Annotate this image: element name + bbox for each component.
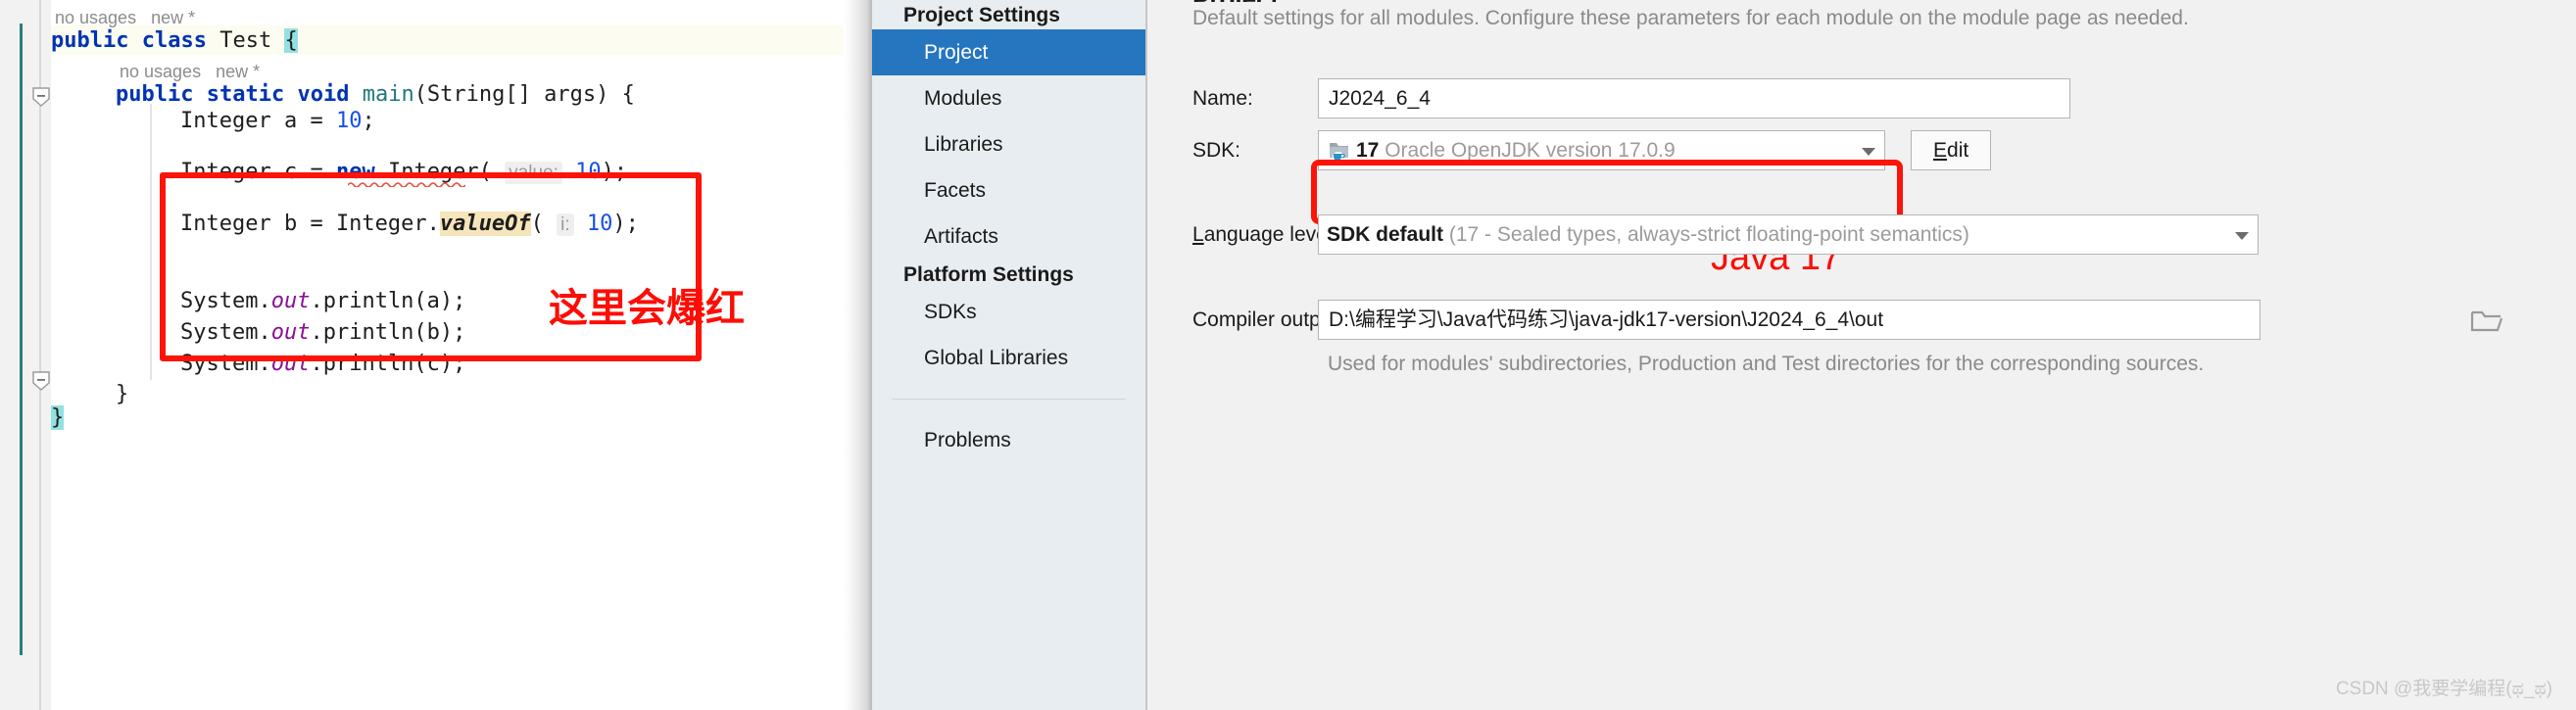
sidebar-item-facets[interactable]: Facets <box>872 167 1145 213</box>
code-token: main <box>362 82 414 107</box>
compiler-output-label: Compiler output: <box>1192 308 1344 331</box>
sidebar-item-global-libraries[interactable]: Global Libraries <box>872 335 1145 381</box>
code-token: { <box>284 28 298 53</box>
sidebar-item-modules[interactable]: Modules <box>872 75 1145 121</box>
code-line-close-method[interactable]: } <box>116 382 128 406</box>
tree-group-header: Platform Settings <box>903 263 1074 286</box>
edit-button-rest: dit <box>1947 139 1969 162</box>
project-settings-form: Project Default settings for all modules… <box>1145 0 2576 710</box>
code-token: static <box>206 82 285 107</box>
language-level-mnemonic: L <box>1192 222 1204 246</box>
panel-divider-shadow <box>844 0 870 710</box>
sdk-version-description: Oracle OpenJDK version 17.0.9 <box>1385 138 1676 162</box>
compiler-output-value: D:\编程学习\Java代码练习\java-jdk17-version\J202… <box>1329 308 1884 331</box>
code-token: class <box>141 28 207 53</box>
sdk-edit-button[interactable]: Edit <box>1911 130 1992 170</box>
language-level-label: Language level: <box>1192 222 1337 247</box>
settings-tree-panel[interactable]: Project Settings Project Modules Libraries F… <box>870 0 1145 710</box>
code-token: } <box>116 382 129 406</box>
sidebar-item-project[interactable]: Project <box>872 29 1145 75</box>
sdk-version-number: 17 <box>1356 138 1380 162</box>
language-level-combobox[interactable]: SDK default (17 - Sealed types, always-s… <box>1318 214 2259 255</box>
watermark: CSDN @我要学编程(ಥ_ಥ) <box>2335 679 2552 699</box>
code-line-main-decl[interactable]: public static void main(String[] args) { <box>116 82 635 107</box>
code-token: Test <box>219 28 272 53</box>
annotation-red-box-code <box>160 172 702 361</box>
sidebar-item-sdks[interactable]: SDKs <box>872 289 1145 335</box>
sidebar-item-libraries[interactable]: Libraries <box>872 121 1145 167</box>
chevron-down-icon[interactable] <box>1862 147 1875 156</box>
code-token: Integer a = <box>180 109 336 133</box>
code-line-decl-a[interactable]: Integer a = 10; <box>180 109 375 133</box>
folder-icon[interactable] <box>2468 307 2505 336</box>
code-token: public <box>116 82 194 107</box>
annotation-text-chinese: 这里会爆红 <box>549 287 745 330</box>
compiler-output-row: Compiler output: D:\编程学习\Java代码练习\java-j… <box>1192 300 2260 340</box>
form-description: Default settings for all modules. Config… <box>1192 7 2189 29</box>
tree-separator <box>892 399 1126 400</box>
sdk-label: SDK: <box>1192 138 1241 162</box>
sidebar-item-artifacts[interactable]: Artifacts <box>872 213 1145 260</box>
language-level-row: Language level: SDK default (17 - Sealed… <box>1192 214 2259 255</box>
code-line-class-decl[interactable]: public class Test { <box>51 28 298 53</box>
compiler-output-input[interactable]: D:\编程学习\Java代码练习\java-jdk17-version\J202… <box>1318 300 2260 340</box>
code-token: (String[] args) { <box>413 82 635 107</box>
code-token: } <box>51 405 65 430</box>
name-input[interactable]: J2024_6_4 <box>1318 78 2070 118</box>
language-level-detail: (17 - Sealed types, always-strict floati… <box>1448 222 1969 246</box>
tree-group-header: Project Settings <box>903 4 1060 26</box>
code-token: 10 <box>335 109 363 133</box>
language-level-value: SDK default <box>1327 222 1444 246</box>
name-label: Name: <box>1192 86 1253 110</box>
name-row: Name: J2024_6_4 <box>1192 78 2070 118</box>
sidebar-item-problems[interactable]: Problems <box>872 417 1145 463</box>
compiler-output-hint: Used for modules' subdirectories, Produc… <box>1328 353 2205 375</box>
code-token: public <box>51 28 129 53</box>
code-editor[interactable]: no usages new * no usages new * public cl… <box>0 0 844 710</box>
form-title: Project <box>1192 0 1279 2</box>
code-token: ; <box>362 109 375 133</box>
screenshot-root: no usages new * no usages new * public cl… <box>0 0 2576 710</box>
code-line-close-class[interactable]: } <box>51 405 65 430</box>
code-token: void <box>297 82 350 107</box>
edit-button-mnemonic: E <box>1933 139 1948 162</box>
chevron-down-icon-2[interactable] <box>2235 231 2249 240</box>
